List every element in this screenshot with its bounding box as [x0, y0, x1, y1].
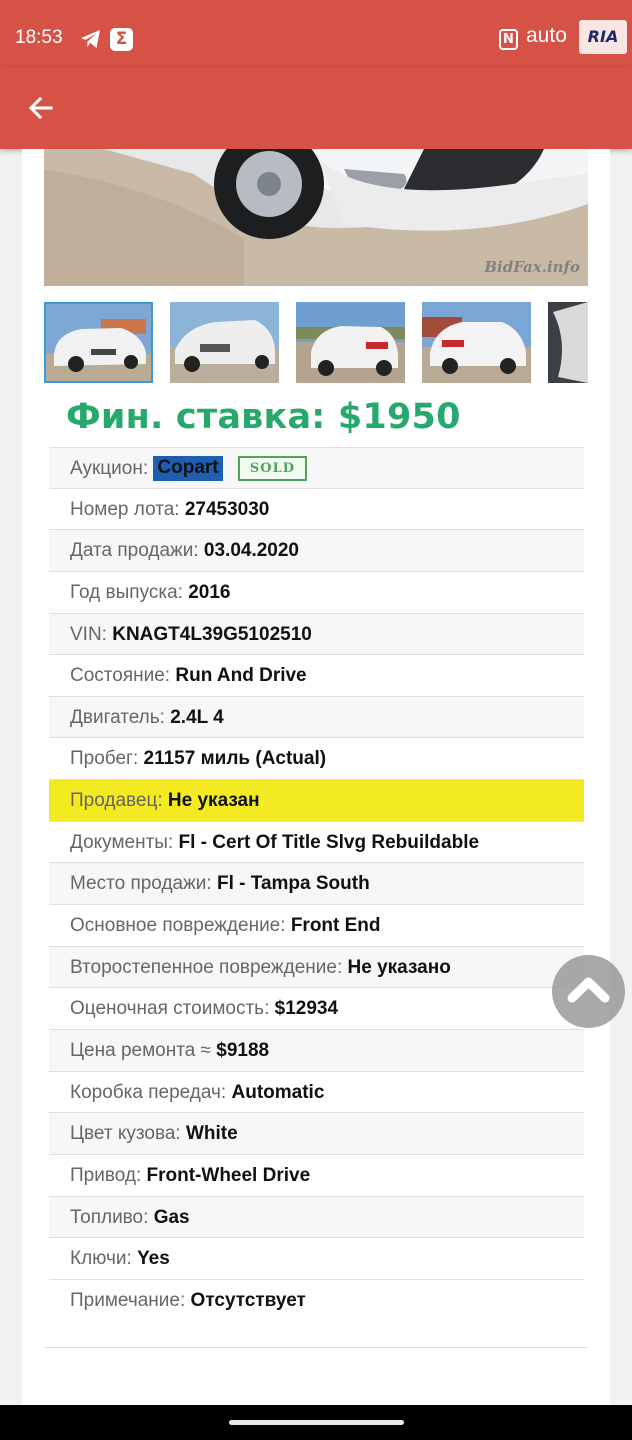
- spec-label: Оценочная стоимость:: [70, 998, 270, 1020]
- spec-row-seller: Продавец: Не указан: [49, 780, 584, 822]
- arrow-left-icon[interactable]: [20, 87, 62, 129]
- spec-row-drive: Привод: Front-Wheel Drive: [49, 1155, 584, 1197]
- sigma-icon: Σ: [110, 28, 133, 51]
- car-thumbnail-image: [548, 302, 588, 383]
- spec-label: Привод:: [70, 1164, 142, 1186]
- spec-label: Аукцион:: [70, 458, 149, 479]
- app-bar: [0, 67, 632, 149]
- final-bid-price: Фин. ставка: $1950: [66, 397, 461, 437]
- spec-row-engine: Двигатель: 2.4L 4: [49, 696, 584, 739]
- spec-row-fuel: Топливо: Gas: [49, 1196, 584, 1239]
- spec-label: Дата продажи:: [70, 540, 199, 562]
- sold-stamp: SOLD: [237, 456, 308, 482]
- spec-label: Двигатель:: [70, 706, 165, 728]
- spec-value: KNAGT4L39G5102510: [112, 623, 312, 645]
- spec-label: Год выпуска:: [70, 581, 183, 603]
- spec-label: Второстепенное повреждение:: [70, 956, 343, 978]
- status-time: 18:53: [15, 27, 63, 48]
- scroll-to-top-button[interactable]: [552, 955, 625, 1028]
- spec-row-sale-location: Место продажи: Fl - Tampa South: [49, 863, 584, 906]
- spec-row-repair-cost: Цена ремонта ≈ $9188: [49, 1029, 584, 1072]
- spec-value: $9188: [216, 1039, 270, 1061]
- telegram-icon: [81, 29, 101, 49]
- spec-value: Run And Drive: [175, 665, 307, 687]
- spec-row-condition: Состояние: Run And Drive: [49, 655, 584, 697]
- spec-label: Документы:: [70, 831, 174, 853]
- spec-label: Примечание:: [70, 1289, 186, 1311]
- car-thumbnail-image: [422, 302, 531, 383]
- spec-value: Front-Wheel Drive: [146, 1164, 311, 1186]
- divider: [44, 1347, 588, 1348]
- gallery-thumbnail[interactable]: [548, 302, 588, 383]
- lot-card: BidFax.info Фин. ставка: $1950 Аукцион: …: [22, 149, 610, 1405]
- spec-row-transmission: Коробка передач: Automatic: [49, 1072, 584, 1114]
- spec-value: Не указан: [167, 790, 260, 812]
- spec-value: Gas: [153, 1206, 190, 1228]
- nfc-icon: N: [499, 29, 518, 50]
- gallery-thumbnail[interactable]: [296, 302, 405, 383]
- spec-row-vin: VIN: KNAGT4L39G5102510: [49, 613, 584, 656]
- gallery-thumbnail[interactable]: [170, 302, 279, 383]
- main-photo[interactable]: BidFax.info: [44, 149, 588, 286]
- copart-badge[interactable]: Copart: [153, 456, 223, 482]
- spec-value: Fl - Tampa South: [216, 873, 370, 895]
- spec-label: Цвет кузова:: [70, 1123, 181, 1145]
- spec-label: Состояние:: [70, 665, 171, 687]
- chevron-up-icon: [567, 977, 610, 1003]
- spec-row-note: Примечание: Отсутствует: [49, 1279, 584, 1322]
- spec-row-primary-damage: Основное повреждение: Front End: [49, 905, 584, 947]
- spec-row-documents: Документы: Fl - Cert Of Title Slvg Rebui…: [49, 822, 584, 864]
- spec-row-body-color: Цвет кузова: White: [49, 1113, 584, 1155]
- car-thumbnail-image: [170, 302, 279, 383]
- system-nav-bar: [0, 1405, 632, 1440]
- spec-row-year: Год выпуска: 2016: [49, 572, 584, 614]
- spec-row-auction: Аукцион: Copart SOLD: [49, 447, 584, 489]
- spec-row-mileage: Пробег: 21157 миль (Actual): [49, 738, 584, 781]
- spec-label: Пробег:: [70, 748, 139, 770]
- spec-label: Цена ремонта ≈: [70, 1039, 211, 1061]
- spec-value: Fl - Cert Of Title Slvg Rebuildable: [178, 831, 480, 853]
- autoria-logo-text: auto: [526, 24, 567, 47]
- home-gesture-handle[interactable]: [229, 1420, 404, 1425]
- spec-value: Отсутствует: [190, 1289, 306, 1311]
- spec-label: Продавец:: [70, 790, 163, 812]
- spec-label: Номер лота:: [70, 498, 180, 520]
- gallery-thumbnail[interactable]: [422, 302, 531, 383]
- spec-value: 2016: [188, 581, 231, 603]
- spec-label: Место продажи:: [70, 873, 212, 895]
- spec-value: 27453030: [184, 498, 270, 520]
- spec-row-keys: Ключи: Yes: [49, 1238, 584, 1280]
- spec-row-lot-number: Номер лота: 27453030: [49, 489, 584, 531]
- gallery-thumbnail[interactable]: [44, 302, 153, 383]
- spec-value: 2.4L 4: [170, 706, 224, 728]
- spec-label: Коробка передач:: [70, 1081, 227, 1103]
- spec-label: Основное повреждение:: [70, 915, 286, 937]
- spec-value: White: [185, 1123, 238, 1145]
- spec-value: Yes: [137, 1248, 170, 1270]
- spec-row-secondary-damage: Второстепенное повреждение: Не указано: [49, 946, 584, 989]
- lot-specs-list: Аукцион: Copart SOLD Номер лота: 2745303…: [49, 447, 584, 1322]
- spec-value: $12934: [274, 998, 339, 1020]
- spec-label: Ключи:: [70, 1248, 132, 1270]
- spec-label: VIN:: [70, 623, 107, 645]
- spec-value: 03.04.2020: [203, 540, 299, 562]
- car-thumbnail-image: [296, 302, 405, 383]
- spec-value: 21157 миль (Actual): [143, 748, 327, 770]
- autoria-logo-badge: RIA: [579, 20, 627, 54]
- spec-label: Топливо:: [70, 1206, 149, 1228]
- spec-value: Front End: [290, 915, 381, 937]
- car-thumbnail-image: [46, 304, 151, 381]
- spec-row-sale-date: Дата продажи: 03.04.2020: [49, 530, 584, 572]
- spec-row-estimated-value: Оценочная стоимость: $12934: [49, 988, 584, 1030]
- spec-value: Automatic: [231, 1081, 325, 1103]
- bidfax-watermark: BidFax.info: [484, 258, 580, 276]
- spec-value: Не указано: [347, 956, 451, 978]
